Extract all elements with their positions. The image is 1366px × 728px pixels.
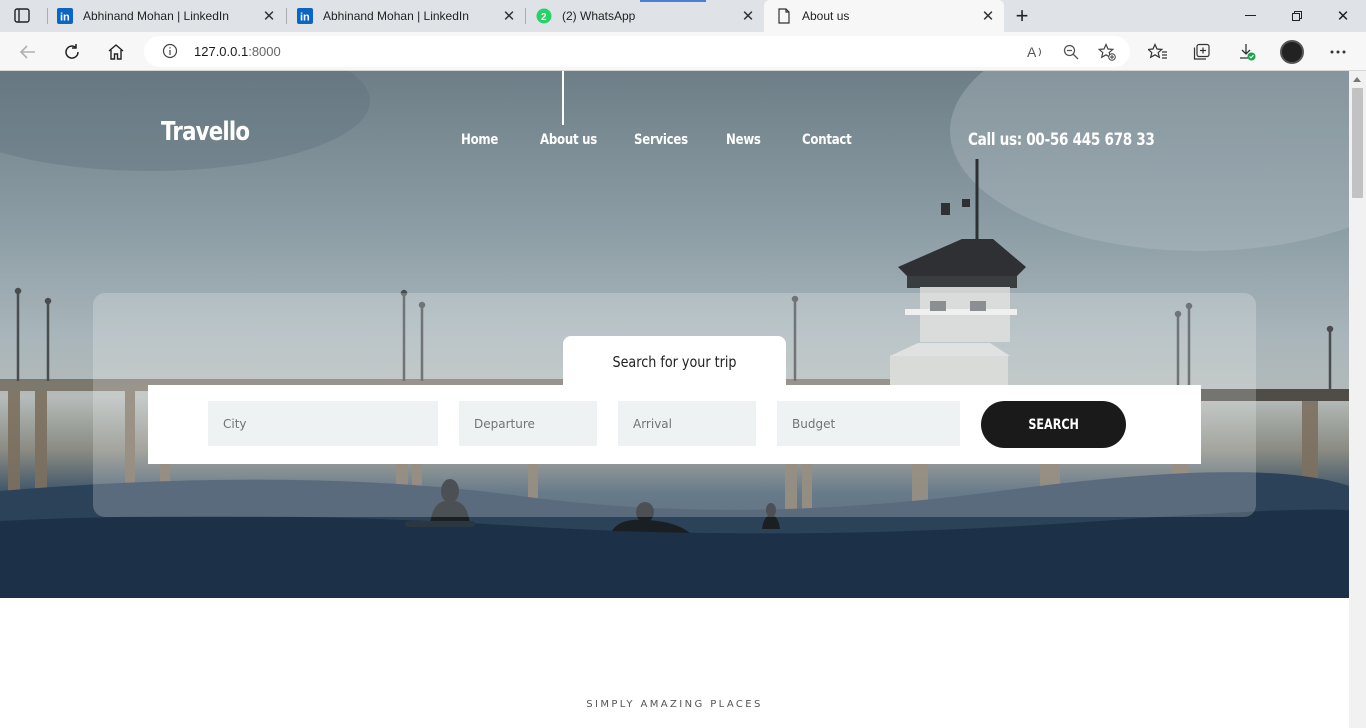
close-icon[interactable]: ✕ <box>740 8 756 25</box>
profile-avatar[interactable] <box>1280 40 1304 64</box>
favorites-icon[interactable] <box>1146 40 1170 64</box>
nav-news[interactable]: News <box>726 132 761 148</box>
city-input[interactable] <box>208 401 438 446</box>
departure-input[interactable] <box>459 401 597 446</box>
scroll-up-icon[interactable] <box>1353 77 1361 82</box>
call-us-text: Call us: 00-56 445 678 33 <box>968 130 1155 150</box>
svg-text:in: in <box>60 12 70 24</box>
page-icon <box>776 8 792 24</box>
tab-whatsapp[interactable]: 2 (2) WhatsApp ✕ <box>536 0 764 32</box>
tab-separator <box>525 8 526 24</box>
budget-input[interactable] <box>777 401 960 446</box>
svg-text:A: A <box>1027 44 1037 60</box>
url-host: 127.0.0.1 <box>194 44 249 59</box>
close-window-button[interactable]: ✕ <box>1320 0 1366 32</box>
section-tagline: SIMPLY AMAZING PLACES <box>586 699 763 710</box>
trip-search-form: SEARCH <box>148 385 1201 464</box>
site-info-icon[interactable] <box>162 43 178 59</box>
home-icon[interactable] <box>104 40 128 64</box>
page-scrollbar[interactable] <box>1349 71 1366 728</box>
collections-icon[interactable] <box>1190 40 1214 64</box>
active-nav-indicator <box>562 71 564 125</box>
nav-services[interactable]: Services <box>634 132 688 148</box>
minimize-button[interactable] <box>1228 0 1274 32</box>
search-tab: Search for your trip <box>563 336 786 388</box>
read-aloud-icon[interactable]: A <box>1024 40 1048 64</box>
browser-tab-bar: in Abhinand Mohan | LinkedIn ✕ in Abhina… <box>0 0 1366 32</box>
page-viewport: Travello Home About us Services News Con… <box>0 71 1349 728</box>
svg-text:in: in <box>300 12 310 24</box>
more-menu-icon[interactable] <box>1326 40 1350 64</box>
close-icon[interactable]: ✕ <box>980 8 996 25</box>
hero-section: Travello Home About us Services News Con… <box>0 71 1349 598</box>
tab-separator <box>286 8 287 24</box>
close-icon[interactable]: ✕ <box>261 8 277 25</box>
back-icon[interactable] <box>16 40 40 64</box>
downloads-icon[interactable] <box>1235 40 1259 64</box>
tab-title: Abhinand Mohan | LinkedIn <box>323 9 469 23</box>
nav-contact[interactable]: Contact <box>802 132 852 148</box>
zoom-out-icon[interactable] <box>1059 40 1083 64</box>
tab-linkedin-2[interactable]: in Abhinand Mohan | LinkedIn ✕ <box>297 0 525 32</box>
url-port: :8000 <box>248 44 281 59</box>
address-bar[interactable]: 127.0.0.1:8000 A <box>144 36 1130 67</box>
tab-title: Abhinand Mohan | LinkedIn <box>83 9 229 23</box>
search-button[interactable]: SEARCH <box>981 401 1126 448</box>
tab-title: (2) WhatsApp <box>562 9 636 23</box>
nav-about-us[interactable]: About us <box>540 132 597 148</box>
add-favorite-icon[interactable] <box>1095 40 1119 64</box>
nav-home[interactable]: Home <box>461 132 498 148</box>
site-logo[interactable]: Travello <box>161 117 250 147</box>
tab-linkedin-1[interactable]: in Abhinand Mohan | LinkedIn ✕ <box>57 0 285 32</box>
whatsapp-icon: 2 <box>536 8 552 24</box>
tab-about-us[interactable]: About us ✕ <box>764 0 1004 32</box>
close-icon[interactable]: ✕ <box>501 8 517 25</box>
search-button-label: SEARCH <box>1028 416 1079 433</box>
search-tab-label: Search for your trip <box>612 353 737 371</box>
tab-actions-icon[interactable] <box>12 7 34 25</box>
scrollbar-thumb[interactable] <box>1352 88 1363 198</box>
tab-title: About us <box>802 9 850 23</box>
linkedin-icon: in <box>297 8 313 24</box>
url-text: 127.0.0.1:8000 <box>194 44 281 59</box>
refresh-icon[interactable] <box>60 40 84 64</box>
linkedin-icon: in <box>57 8 73 24</box>
restore-button[interactable] <box>1274 0 1320 32</box>
new-tab-button[interactable]: + <box>1006 0 1038 32</box>
tab-separator <box>47 8 48 24</box>
arrival-input[interactable] <box>618 401 756 446</box>
browser-toolbar: 127.0.0.1:8000 A <box>0 32 1366 71</box>
whatsapp-badge: 2 <box>541 12 547 23</box>
